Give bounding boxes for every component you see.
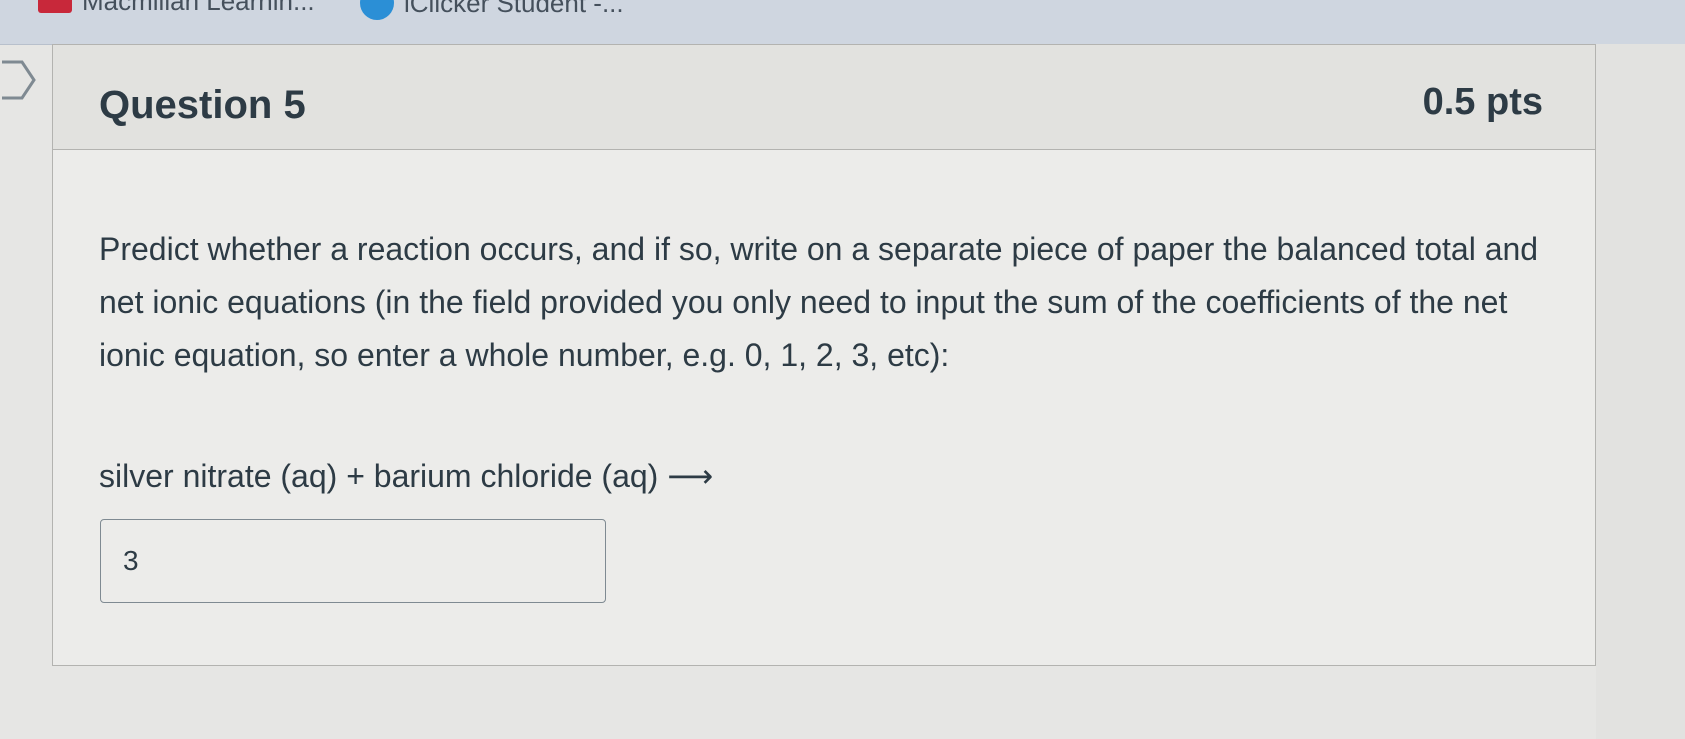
- bookmark-label: iClicker Student -...: [404, 0, 624, 18]
- question-reaction: silver nitrate (aq) + barium chloride (a…: [99, 458, 714, 494]
- question-card: Question 5 0.5 pts Predict whether a rea…: [52, 44, 1596, 666]
- question-title: Question 5: [99, 83, 306, 127]
- question-prompt: Predict whether a reaction occurs, and i…: [99, 223, 1559, 382]
- chevron-right-icon[interactable]: [0, 58, 44, 102]
- bookmark-iclicker[interactable]: iClicker Student -...: [360, 0, 624, 20]
- bookmark-label: Macmillan Learnin...: [82, 0, 315, 16]
- answer-input[interactable]: [100, 519, 606, 603]
- page-margin: [1596, 44, 1685, 739]
- iclicker-icon: [360, 0, 394, 20]
- bookmark-macmillan[interactable]: Macmillan Learnin...: [38, 0, 315, 17]
- question-points: 0.5 pts: [1422, 81, 1543, 123]
- bookmarks-bar: Macmillan Learnin... iClicker Student -.…: [0, 0, 1685, 45]
- question-header: Question 5 0.5 pts: [53, 45, 1595, 150]
- macmillan-icon: [38, 0, 72, 13]
- question-prompt-text: Predict whether a reaction occurs, and i…: [99, 231, 1539, 373]
